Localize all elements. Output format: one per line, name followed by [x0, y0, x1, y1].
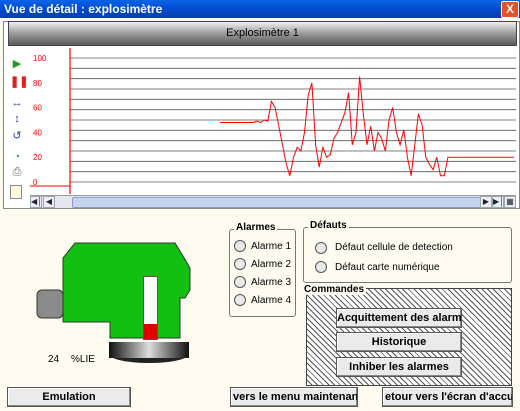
chart-header: Explosimètre 1 — [8, 21, 517, 46]
scroll-last-icon[interactable]: ▶│ — [492, 196, 504, 208]
scroll-left-icon[interactable]: ◀ — [43, 196, 55, 208]
level-gauge — [143, 276, 158, 340]
chart-title: Explosimètre 1 — [226, 27, 299, 39]
y-tick-label: 100 — [33, 54, 47, 63]
fit-horizontal-icon[interactable]: ↔ — [10, 96, 24, 110]
defaut-carte-label: Défaut carte numérique — [335, 262, 440, 273]
series-line — [220, 76, 514, 177]
y-tick-label: 80 — [33, 79, 42, 88]
refresh-icon[interactable]: ◔ — [10, 150, 24, 164]
alarme-1-indicator — [234, 240, 246, 252]
window-titlebar: Vue de détail : explosimètre X — [0, 0, 520, 18]
historique-button[interactable]: Historique — [336, 332, 462, 352]
retour-accueil-button[interactable]: etour vers l'écran d'accueil — [382, 387, 513, 407]
print-icon[interactable]: ⎙ — [10, 165, 24, 179]
alarme-3-label: Alarme 3 — [251, 277, 292, 288]
defaut-cellule-label: Défaut cellule de detection — [335, 242, 453, 253]
scrollbar-thumb[interactable] — [72, 197, 510, 208]
level-gauge-fill — [144, 324, 157, 339]
y-tick-label: 0 — [33, 178, 38, 187]
chart-plot: 0 20 40 60 80 100 — [30, 48, 516, 194]
sensor-value: 24 — [48, 354, 60, 365]
defaut-cellule-indicator — [315, 242, 327, 254]
grid-icon[interactable]: ▦ — [504, 196, 516, 208]
fit-vertical-icon[interactable]: ↕ — [10, 112, 24, 126]
alarme-1-label: Alarme 1 — [251, 241, 292, 252]
alarme-2-indicator — [234, 258, 246, 270]
chart-toolbar: ▶ ❚❚ ↔ ↕ ↺ ◔ ⎙ — [8, 57, 28, 207]
scroll-first-icon[interactable]: ◀│ — [30, 196, 42, 208]
chart-horizontal-scrollbar[interactable]: ◀│ ◀ ▶ ▶│ ▦ — [30, 195, 516, 208]
alarme-3-indicator — [234, 276, 246, 288]
sensor-unit: %LIE — [71, 354, 95, 365]
pause-icon[interactable]: ❚❚ — [10, 75, 28, 89]
reset-zoom-icon[interactable]: ↺ — [10, 129, 24, 143]
notes-icon[interactable] — [10, 185, 22, 199]
alarme-4-label: Alarme 4 — [251, 295, 292, 306]
defaut-carte-indicator — [315, 261, 327, 273]
emulation-button[interactable]: Emulation — [7, 387, 131, 407]
play-icon[interactable]: ▶ — [10, 57, 24, 71]
scroll-right-icon[interactable]: ▶ — [480, 196, 492, 208]
alarme-2-label: Alarme 2 — [251, 259, 292, 270]
acquittement-button[interactable]: Acquittement des alarmes — [336, 308, 462, 328]
defauts-group: Défauts — [303, 220, 512, 283]
commandes-legend: Commandes — [302, 284, 367, 295]
window-title: Vue de détail : explosimètre — [4, 2, 163, 16]
y-tick-label: 60 — [33, 104, 42, 113]
close-button[interactable]: X — [501, 1, 519, 18]
alarmes-legend: Alarmes — [234, 222, 278, 233]
alarme-4-indicator — [234, 294, 246, 306]
defauts-legend: Défauts — [308, 220, 349, 231]
y-tick-label: 20 — [33, 153, 42, 162]
y-tick-label: 40 — [33, 128, 42, 137]
menu-maintenance-button[interactable]: vers le menu maintenance — [230, 387, 358, 407]
inhiber-button[interactable]: Inhiber les alarmes — [336, 357, 462, 377]
sensor-graphic — [35, 238, 195, 368]
